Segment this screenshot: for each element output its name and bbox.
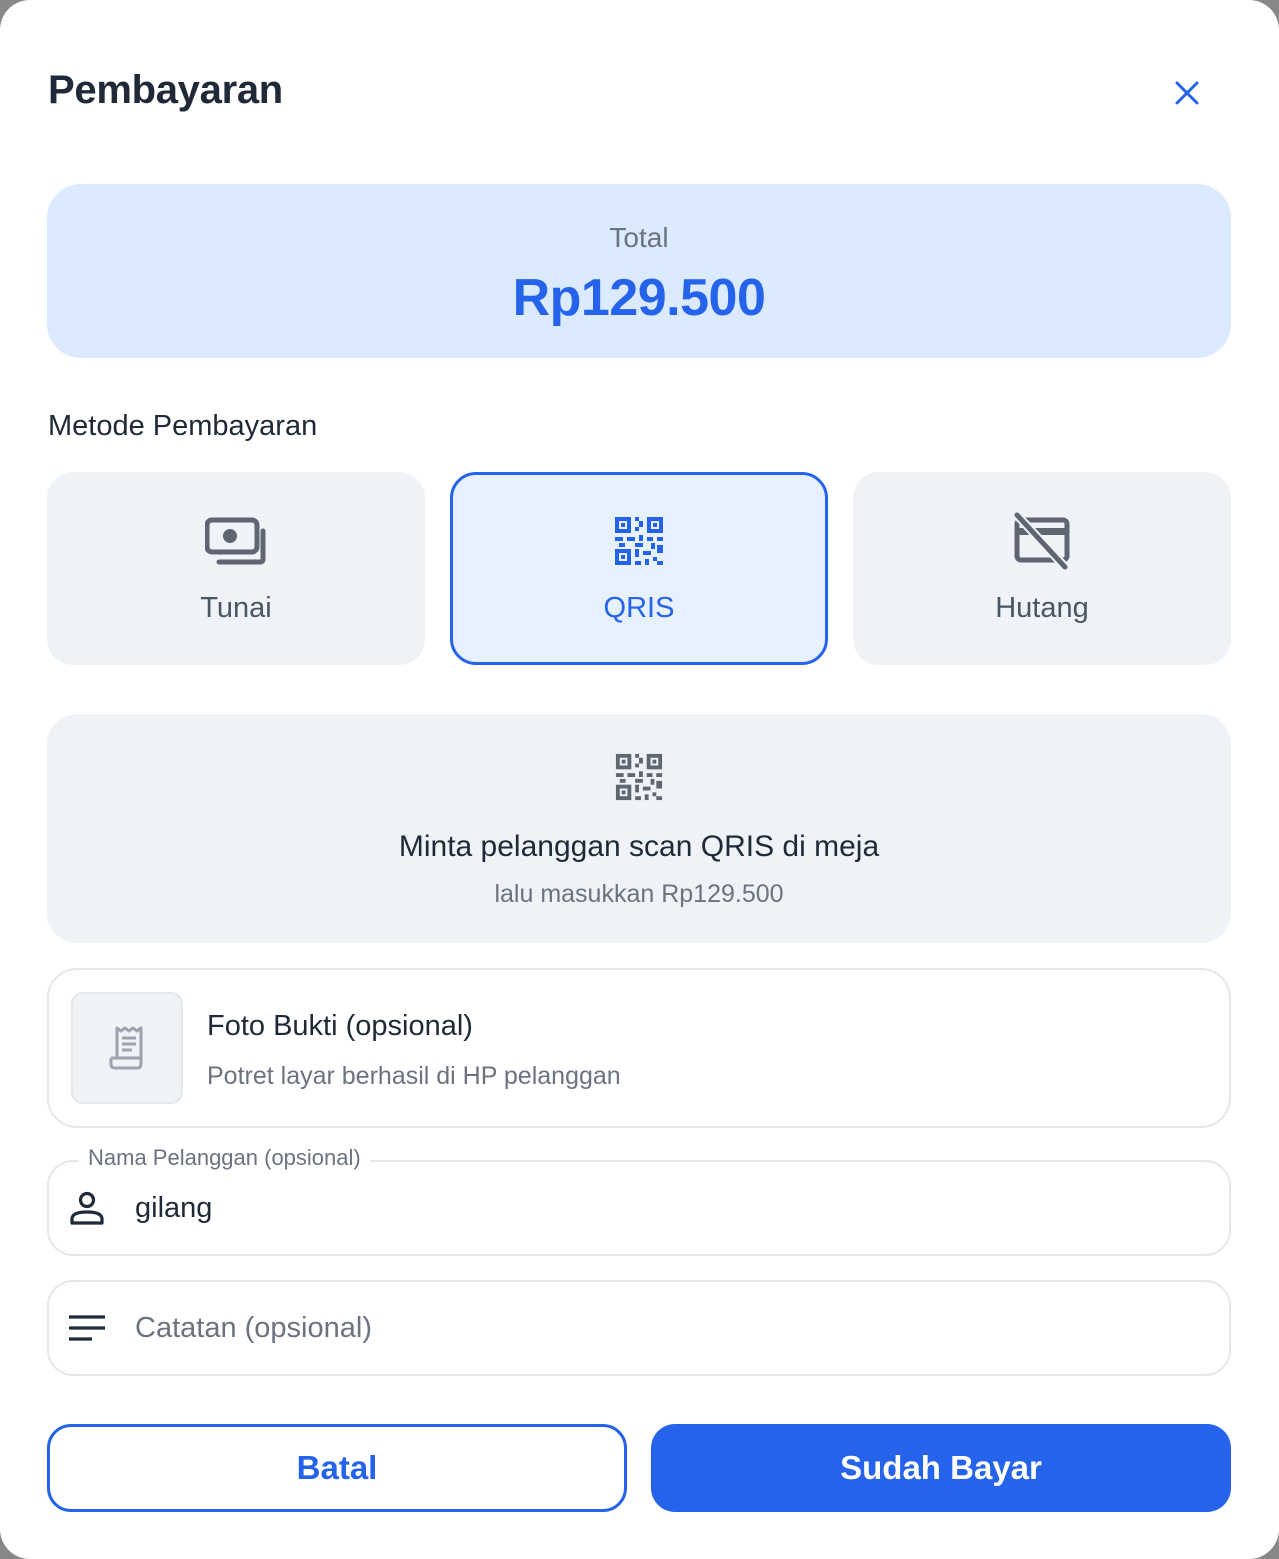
total-amount: Rp129.500 bbox=[512, 269, 766, 327]
qris-instruction-subtitle: lalu masukkan Rp129.500 bbox=[494, 880, 784, 908]
payment-dialog: Pembayaran Total Rp129.500 Metode Pembay… bbox=[0, 0, 1279, 1559]
customer-name-input[interactable] bbox=[135, 1164, 1205, 1252]
confirm-paid-button[interactable]: Sudah Bayar bbox=[651, 1424, 1231, 1512]
qr-code-icon bbox=[615, 753, 663, 801]
method-label: Hutang bbox=[995, 592, 1089, 624]
method-option-hutang[interactable]: Hutang bbox=[853, 472, 1231, 665]
notes-input[interactable] bbox=[135, 1284, 1205, 1372]
total-label: Total bbox=[609, 222, 669, 253]
cash-icon bbox=[205, 517, 266, 565]
method-option-qris[interactable]: QRIS bbox=[450, 472, 828, 665]
proof-title: Foto Bukti (opsional) bbox=[207, 1010, 473, 1042]
credit-off-icon bbox=[1012, 511, 1070, 571]
method-option-tunai[interactable]: Tunai bbox=[47, 472, 425, 665]
dialog-title: Pembayaran bbox=[48, 68, 283, 112]
qr-code-icon bbox=[615, 517, 663, 565]
proof-subtitle: Potret layar berhasil di HP pelanggan bbox=[207, 1062, 621, 1090]
method-label: Tunai bbox=[200, 592, 272, 624]
close-icon bbox=[1175, 81, 1199, 105]
qris-info-card: Minta pelanggan scan QRIS di meja lalu m… bbox=[47, 714, 1231, 943]
total-card: Total Rp129.500 bbox=[47, 184, 1231, 358]
proof-thumbnail bbox=[71, 992, 183, 1104]
qris-instruction-title: Minta pelanggan scan QRIS di meja bbox=[398, 830, 880, 863]
customer-name-field: Nama Pelanggan (opsional) bbox=[47, 1145, 1231, 1256]
method-label: QRIS bbox=[603, 592, 675, 624]
person-icon bbox=[70, 1191, 104, 1225]
receipt-icon bbox=[109, 1026, 143, 1070]
proof-photo-picker[interactable]: Foto Bukti (opsional) Potret layar berha… bbox=[47, 968, 1231, 1128]
notes-icon bbox=[69, 1315, 105, 1341]
notes-field bbox=[47, 1280, 1231, 1376]
payment-method-label: Metode Pembayaran bbox=[48, 410, 318, 442]
close-button[interactable] bbox=[1160, 66, 1214, 120]
cancel-button[interactable]: Batal bbox=[47, 1424, 627, 1512]
